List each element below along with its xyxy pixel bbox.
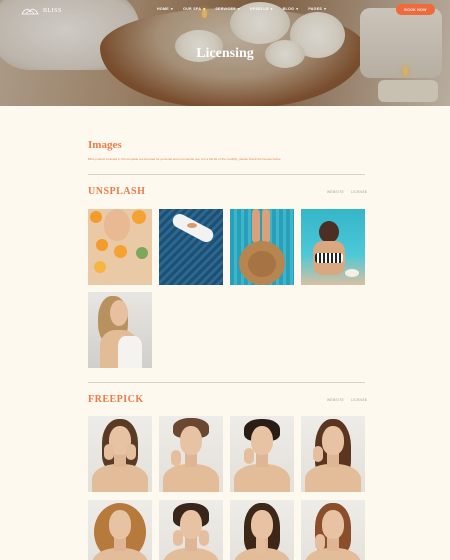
unsplash-image-boat[interactable]	[159, 209, 223, 285]
chevron-down-icon: ▾	[170, 7, 174, 11]
unsplash-image-pool-hat[interactable]	[230, 209, 294, 285]
freepick-title: FREEPICK	[88, 394, 144, 405]
unsplash-image-pool-swimsuit[interactable]	[301, 209, 365, 285]
images-heading: Images	[88, 139, 122, 151]
nav-item-pages[interactable]: PAGES ▾	[308, 7, 326, 11]
chevron-down-icon: ▾	[203, 7, 206, 11]
book-now-button[interactable]: BOOK NOW	[396, 4, 435, 15]
chevron-down-icon: ▾	[296, 7, 299, 11]
freepick-image-7[interactable]	[230, 500, 294, 560]
freepick-image-4[interactable]	[301, 416, 365, 492]
freepick-image-3[interactable]	[230, 416, 294, 492]
freepick-image-8[interactable]	[301, 500, 365, 560]
freepick-image-5[interactable]	[88, 500, 152, 560]
freepick-website-link[interactable]: WEBSITE	[327, 398, 344, 402]
main-nav: HOME ▾ OUR SPA ▾ SERVICES ▾ UPSELLS ▾ BL…	[157, 7, 326, 11]
unsplash-image-woman-back[interactable]	[88, 292, 152, 368]
unsplash-title: UNSPLASH	[88, 186, 146, 197]
nav-item-blog[interactable]: BLOG ▾	[283, 7, 299, 11]
nav-item-our-spa[interactable]: OUR SPA ▾	[183, 7, 205, 11]
images-intro-text: Bliss product included in this template …	[88, 157, 282, 161]
nav-item-services[interactable]: SERVICES ▾	[215, 7, 240, 11]
brand-logo[interactable]: BLISS	[20, 6, 62, 16]
freepick-image-1[interactable]	[88, 416, 152, 492]
freepick-license-link[interactable]: LICENSE	[351, 398, 367, 402]
chevron-down-icon: ▾	[324, 7, 327, 11]
page-title: Licensing	[196, 46, 254, 61]
nav-item-home[interactable]: HOME ▾	[157, 7, 173, 11]
unsplash-website-link[interactable]: WEBSITE	[327, 190, 344, 194]
unsplash-license-link[interactable]: LICENSE	[351, 190, 367, 194]
nav-item-upsells[interactable]: UPSELLS ▾	[250, 7, 273, 11]
freepick-image-2[interactable]	[159, 416, 223, 492]
divider	[88, 174, 365, 175]
divider	[88, 382, 365, 383]
chevron-down-icon: ▾	[270, 7, 273, 11]
lotus-logo-icon	[21, 8, 39, 15]
unsplash-image-oranges[interactable]	[88, 209, 152, 285]
brand-name: BLISS	[43, 8, 62, 14]
freepick-image-6[interactable]	[159, 500, 223, 560]
hero-banner: BLISS HOME ▾ OUR SPA ▾ SERVICES ▾ UPSELL…	[0, 0, 450, 106]
chevron-down-icon: ▾	[237, 7, 240, 11]
